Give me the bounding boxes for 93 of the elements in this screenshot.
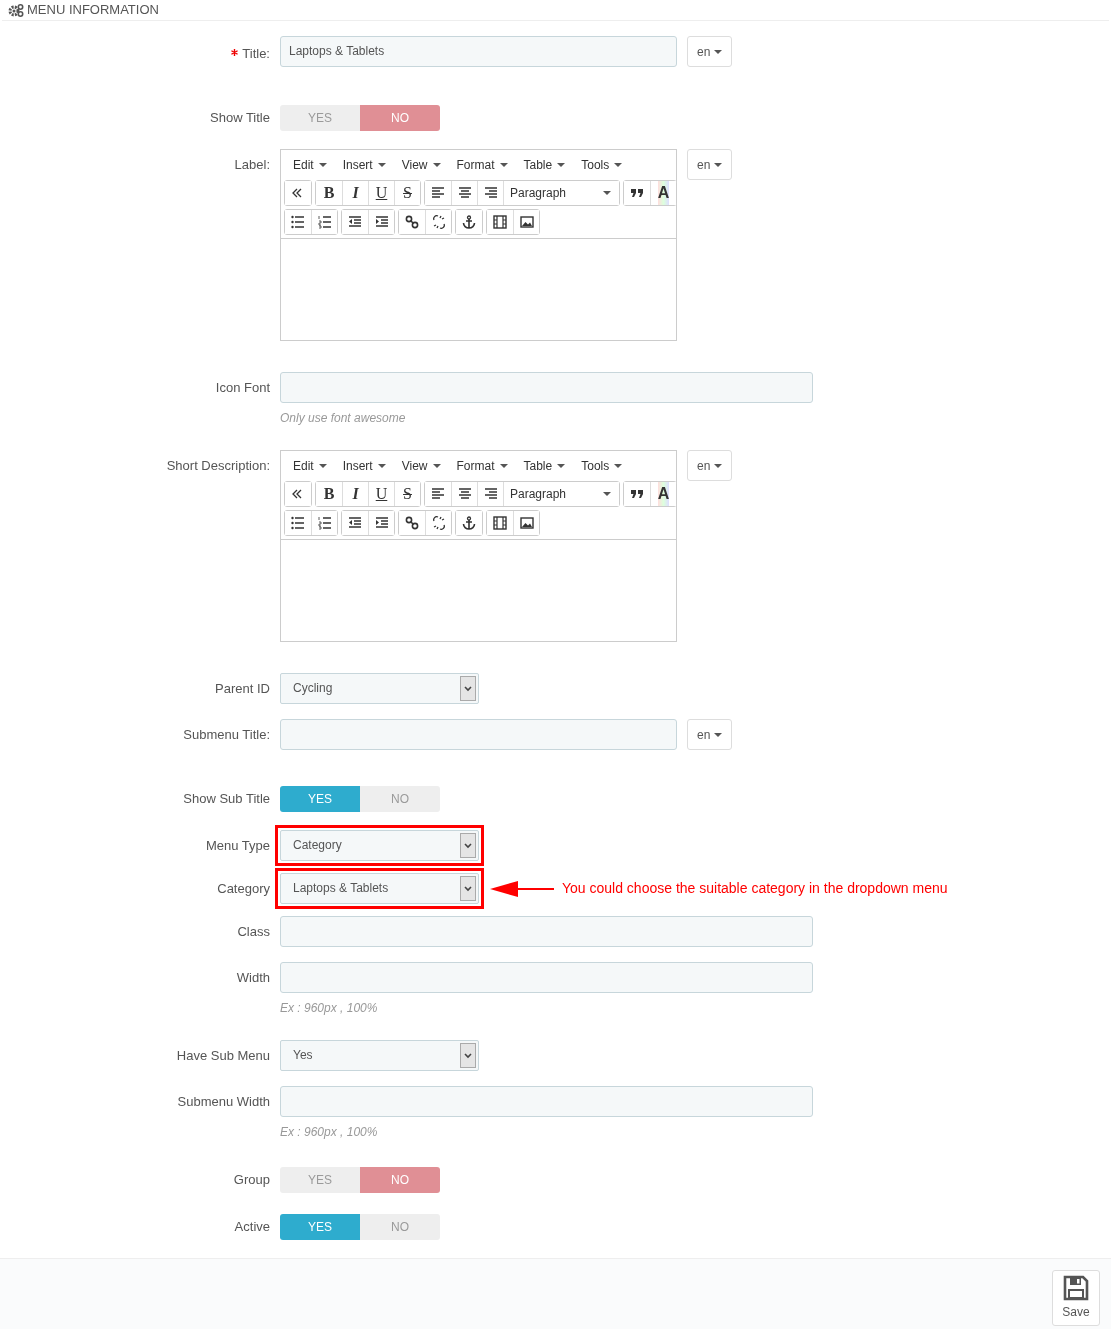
field-label: Show Title: [209, 109, 271, 127]
text-field[interactable]: [280, 962, 813, 993]
editor-menu[interactable]: Table: [515, 154, 574, 176]
field-label: Have Sub Menu: [175, 1047, 271, 1065]
section-title: MENU INFORMATION: [27, 1, 159, 20]
numbered-list-button[interactable]: [311, 511, 337, 535]
dropdown[interactable]: Laptops & Tablets: [280, 873, 479, 904]
field-label: Group: [232, 1171, 271, 1189]
link-icon: [405, 516, 419, 530]
format-dropdown[interactable]: Paragraph: [503, 181, 619, 205]
help-text: Ex : 960px , 100%: [280, 1124, 379, 1141]
link-icon: [405, 215, 419, 229]
anchor-button[interactable]: [456, 210, 482, 234]
field-label: Active: [233, 1218, 271, 1236]
image-button[interactable]: [513, 511, 539, 535]
text-field[interactable]: [280, 916, 813, 947]
align-center-icon: [457, 487, 472, 501]
dropdown[interactable]: Yes: [280, 1040, 479, 1071]
language-dropdown[interactable]: en: [687, 450, 733, 481]
dropdown[interactable]: Cycling: [280, 673, 479, 704]
format-button[interactable]: A: [650, 181, 676, 205]
numbered-list-button[interactable]: [311, 210, 337, 234]
format-button[interactable]: S: [394, 181, 420, 205]
field-label: Parent ID: [214, 680, 271, 698]
indent-icon: [374, 516, 389, 530]
format-button[interactable]: S: [394, 482, 420, 506]
editor-menu[interactable]: Edit: [285, 455, 335, 477]
arrow-left-icon: [490, 880, 554, 897]
dropdown[interactable]: Category: [280, 830, 479, 861]
align-right-icon: [483, 186, 498, 200]
bullet-list-icon: [291, 215, 305, 229]
indent-button[interactable]: [368, 210, 394, 234]
editor-menu[interactable]: View: [393, 455, 449, 477]
field-label: Submenu Width: [176, 1093, 271, 1111]
language-dropdown[interactable]: en: [687, 36, 733, 67]
editor-menu[interactable]: View: [393, 154, 449, 176]
language-dropdown[interactable]: en: [687, 149, 733, 180]
quote-icon: [630, 487, 644, 501]
align-center-icon: [457, 186, 472, 200]
anchor-button[interactable]: [456, 511, 482, 535]
align-left-icon: [431, 186, 445, 200]
numbered-list-icon: [317, 516, 332, 530]
chevron-down-icon: [464, 842, 472, 849]
text-field[interactable]: [280, 372, 813, 403]
field-label: Category: [216, 880, 271, 898]
film-icon: [493, 215, 507, 229]
editor-menu[interactable]: Edit: [285, 154, 335, 176]
align-right-icon: [483, 487, 498, 501]
format-dropdown[interactable]: Paragraph: [503, 482, 619, 506]
numbered-list-icon: [317, 215, 332, 229]
field-label: Show Sub Title: [182, 790, 271, 808]
anchor-icon: [462, 516, 476, 530]
chevron-down-icon: [464, 885, 472, 892]
editor-menu[interactable]: Format: [448, 455, 516, 477]
anchor-icon: [462, 215, 476, 229]
editor-menu[interactable]: Table: [515, 455, 574, 477]
language-dropdown[interactable]: en: [687, 719, 733, 750]
outdent-icon: [348, 516, 362, 530]
annotation-text: You could choose the suitable category in the dropdown menu: [562, 879, 948, 898]
indent-icon: [374, 215, 389, 229]
format-button[interactable]: A: [650, 482, 676, 506]
image-icon: [519, 215, 534, 229]
field-label: Class: [236, 923, 271, 941]
image-button[interactable]: [513, 210, 539, 234]
field-label: Label:: [233, 156, 271, 174]
indent-button[interactable]: [368, 511, 394, 535]
field-label: Menu Type: [204, 837, 271, 855]
gears-icon: [8, 3, 24, 17]
quote-icon: [630, 186, 644, 200]
chevron-down-icon: [464, 685, 472, 692]
editor-menu[interactable]: Insert: [334, 154, 394, 176]
field-label: Width: [235, 969, 271, 987]
film-icon: [493, 516, 507, 530]
editor-menu[interactable]: Format: [448, 154, 516, 176]
chevron-down-icon: [464, 1052, 472, 1059]
outdent-icon: [348, 215, 362, 229]
text-field[interactable]: [280, 1086, 813, 1117]
image-icon: [519, 516, 534, 530]
save-button[interactable]: Save: [1052, 1270, 1100, 1326]
text-field[interactable]: Laptops & Tablets: [280, 36, 677, 67]
editor-menu[interactable]: Tools: [573, 455, 631, 477]
field-label: Submenu Title:: [182, 726, 271, 744]
field-label: Short Description:: [165, 457, 271, 475]
bullet-list-icon: [291, 516, 305, 530]
text-field[interactable]: [280, 719, 677, 750]
help-text: Ex : 960px , 100%: [280, 1000, 379, 1017]
required-asterisk-icon: [231, 49, 239, 57]
align-left-icon: [431, 487, 445, 501]
field-label: Icon Font: [214, 379, 271, 397]
help-text: Only use font awesome: [280, 410, 407, 427]
editor-menu[interactable]: Tools: [573, 154, 631, 176]
field-label: Title:: [0, 36, 280, 69]
editor-menu[interactable]: Insert: [334, 455, 394, 477]
